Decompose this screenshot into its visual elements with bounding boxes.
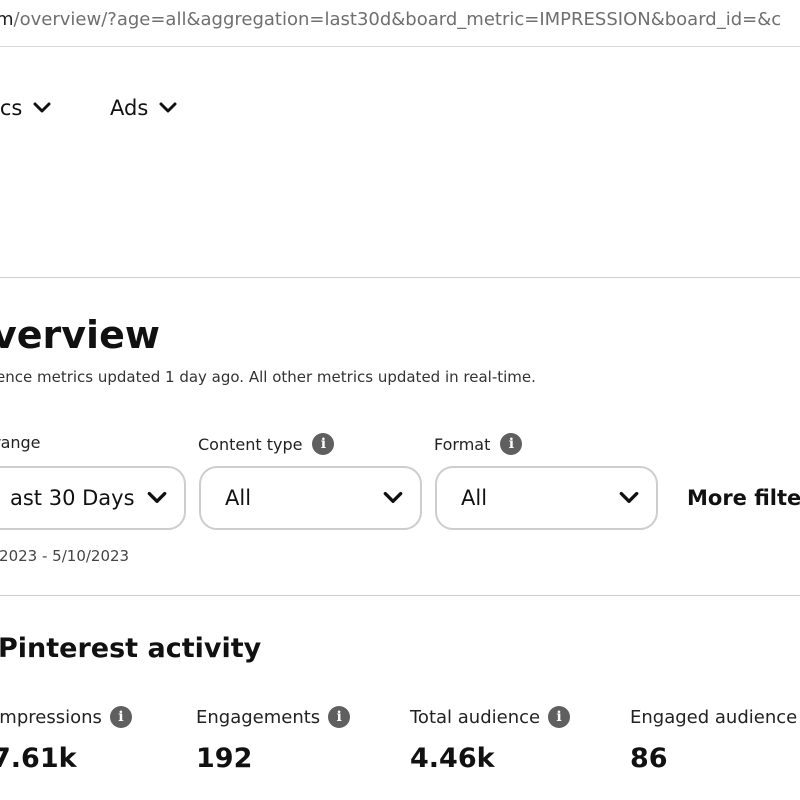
url-path: /overview/?age=all&aggregation=last30d&b…	[13, 9, 782, 30]
metric-engagements-value: 192	[196, 743, 253, 774]
metric-engagements-label: Engagements i	[196, 706, 351, 728]
metric-label-text: Engagements	[196, 706, 321, 728]
content-type-label-text: Content type	[198, 434, 303, 454]
section-divider	[0, 595, 800, 596]
format-value: All	[461, 486, 488, 510]
format-select[interactable]: All	[435, 466, 658, 530]
info-icon[interactable]: i	[109, 706, 132, 728]
address-bar[interactable]: m/overview/?age=all&aggregation=last30d&…	[0, 0, 800, 47]
more-filters-button[interactable]: More filters	[687, 486, 800, 510]
date-range-value: ast 30 Days	[10, 486, 135, 510]
info-icon[interactable]: i	[328, 706, 351, 728]
nav-ads-menu[interactable]: Ads	[110, 96, 178, 120]
metric-label-text: Impressions	[0, 706, 102, 728]
page-subtitle: ence metrics updated 1 day ago. All othe…	[0, 368, 536, 386]
chevron-down-icon	[33, 102, 51, 113]
metric-total-audience-label: Total audience i	[410, 706, 571, 728]
metric-label-text: Total audience	[410, 706, 541, 728]
header-divider	[0, 277, 800, 278]
metric-engaged-audience-value: 86	[630, 743, 668, 774]
metric-impressions-value: 7.61k	[0, 743, 77, 774]
metric-total-audience-value: 4.46k	[410, 743, 495, 774]
content-type-label: Content type i	[198, 433, 335, 455]
chevron-down-icon	[619, 491, 639, 503]
metric-engaged-audience-label: Engaged audience i	[630, 706, 800, 728]
date-range-label-text: range	[0, 433, 41, 452]
content-type-select[interactable]: All	[199, 466, 422, 530]
nav-ads-label: Ads	[110, 96, 149, 120]
nav-analytics-label: ics	[0, 96, 23, 120]
section-title: Pinterest activity	[0, 633, 262, 664]
format-label-text: Format	[434, 434, 491, 454]
date-range-select[interactable]: ast 30 Days	[0, 466, 186, 530]
url-host: m	[0, 9, 14, 30]
chevron-down-icon	[147, 491, 167, 503]
metric-label-text: Engaged audience	[630, 706, 798, 728]
chevron-down-icon	[159, 102, 177, 113]
info-icon[interactable]: i	[500, 433, 523, 455]
date-range-dates: /2023 - 5/10/2023	[0, 547, 130, 565]
info-icon[interactable]: i	[312, 433, 335, 455]
metric-impressions-label: Impressions i	[0, 706, 132, 728]
format-label: Format i	[434, 433, 523, 455]
page-title: verview	[0, 313, 160, 357]
nav-analytics-menu[interactable]: ics	[0, 96, 52, 120]
info-icon[interactable]: i	[548, 706, 571, 728]
date-range-label: range	[0, 433, 41, 452]
chevron-down-icon	[383, 491, 403, 503]
content-type-value: All	[225, 486, 252, 510]
